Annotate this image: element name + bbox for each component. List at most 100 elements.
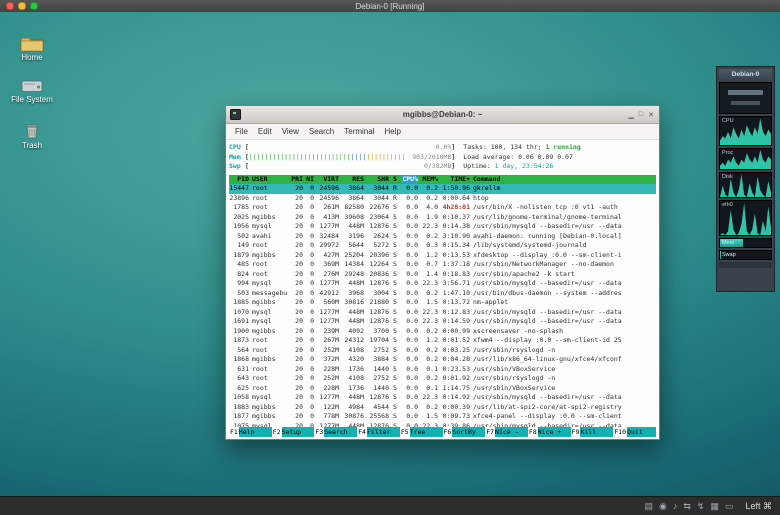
mem-meter-label: Mem xyxy=(229,153,245,163)
process-row[interactable]: 1879mgibbs200427M2520420396S0.01.20:13.5… xyxy=(229,251,656,261)
process-row[interactable]: 23896root2002459638643044R0.00.20:00.64h… xyxy=(229,194,656,204)
fkey-f1[interactable]: F1Help xyxy=(229,427,272,437)
process-row[interactable]: 1877mgibbs200778M3087625568S0.01.50:09.7… xyxy=(229,412,656,422)
process-row[interactable]: 485root200369M1438412264S0.00.71:37.18/u… xyxy=(229,260,656,270)
gkrellm-meter-mem: Mem xyxy=(719,238,772,248)
cpu-meter: CPU[0.0%] xyxy=(229,143,455,153)
process-row[interactable]: 1056mysql2001277M448M12876S0.022.30:14.3… xyxy=(229,222,656,232)
optical-icon[interactable]: ◉ xyxy=(659,497,667,515)
menu-file[interactable]: File xyxy=(230,127,253,136)
swp-meter-value: 0/382MB xyxy=(424,162,451,172)
fkey-f9[interactable]: F9Kill xyxy=(571,427,614,437)
gkrellm-meters: Mem Swap xyxy=(719,238,772,260)
mem-meter-bar: |||||||||||||||||||||||||||||||||||||||| xyxy=(249,153,412,163)
process-row[interactable]: 1691mysql2001277M448M12876S0.022.30:14.5… xyxy=(229,317,656,327)
process-row[interactable]: 994mysql2001277M448M12876S0.022.33:56.71… xyxy=(229,279,656,289)
process-row[interactable]: 1900mgibbs200239M40923700S0.00.20:00.99x… xyxy=(229,327,656,337)
htop-meters: CPU[0.0%] Mem[||||||||||||||||||||||||||… xyxy=(229,143,455,172)
network-icon[interactable]: ⇆ xyxy=(683,497,691,515)
hdd-icon[interactable]: ▤ xyxy=(644,497,653,515)
mem-meter: Mem[||||||||||||||||||||||||||||||||||||… xyxy=(229,153,455,163)
process-row[interactable]: 1885mgibbs200560M3081621880S0.01.50:13.7… xyxy=(229,298,656,308)
desktop: Home File System Trash mgibbs@Debian-0: … xyxy=(0,12,780,497)
minimize-window-button[interactable] xyxy=(18,2,26,10)
htop-header-area: CPU[0.0%] Mem[||||||||||||||||||||||||||… xyxy=(229,143,656,172)
process-row[interactable]: 149root2002997256445272S0.00.30:15.34/li… xyxy=(229,241,656,251)
desktop-icon-trash[interactable]: Trash xyxy=(8,122,56,150)
cpu-meter-label: CPU xyxy=(229,143,245,153)
fkey-f5[interactable]: F5Tree xyxy=(400,427,443,437)
fkey-f4[interactable]: F4Filter xyxy=(357,427,400,437)
htop-header-row[interactable]: PIDUSERPRINIVIRTRESSHRSCPU%MEM%TIME+Comm… xyxy=(229,175,656,185)
menu-help[interactable]: Help xyxy=(379,127,405,136)
process-row[interactable]: 1070mysql2001277M448M12876S0.022.30:12.8… xyxy=(229,308,656,318)
display-icon[interactable]: ▭ xyxy=(725,497,734,515)
desktop-icon-file-system[interactable]: File System xyxy=(8,78,56,104)
htop-fkeys: F1HelpF2SetupF3SearchF4FilterF5TreeF6Sor… xyxy=(229,427,656,437)
desktop-icon-label: Trash xyxy=(8,141,56,150)
load-average-line: Load average: 0.06 0.09 0.07 xyxy=(463,153,656,163)
process-row[interactable]: 824root200276M2924820836S0.01.40:18.83/u… xyxy=(229,270,656,280)
htop-screen: CPU[0.0%] Mem[||||||||||||||||||||||||||… xyxy=(226,140,659,439)
close-window-button[interactable] xyxy=(6,2,14,10)
terminal-titlebar[interactable]: mgibbs@Debian-0: ~ ▁ □ ✕ xyxy=(226,106,659,124)
mem-meter-value: 903/2010MB xyxy=(412,153,451,163)
gkrellm-chart-proc: Proc xyxy=(719,148,772,170)
terminal-menubar: FileEditViewSearchTerminalHelp xyxy=(226,124,659,140)
process-row[interactable]: 502avahi2003248431962624S0.00.23:10.90av… xyxy=(229,232,656,242)
swp-meter: Swp[0/382MB] xyxy=(229,162,455,172)
menu-edit[interactable]: Edit xyxy=(253,127,277,136)
gkrellm-chart-disk: Disk xyxy=(719,172,772,198)
process-row[interactable]: 1873root200267M2431219704S0.01.20:01.52x… xyxy=(229,336,656,346)
cpu-meter-value: 0.0% xyxy=(436,143,452,153)
fkey-f2[interactable]: F2Setup xyxy=(272,427,315,437)
cpu-meter-bar xyxy=(249,143,436,153)
uptime-value: 1 day, 23:54:26 xyxy=(495,162,554,170)
vb-statusbar: ▤ ◉ ♪ ⇆ ↯ ▦ ▭ Left ⌘ xyxy=(0,496,780,515)
fkey-f3[interactable]: F3Search xyxy=(314,427,357,437)
maximize-button[interactable]: □ xyxy=(639,111,643,119)
process-row[interactable]: 643root200252M41082752S0.00.20:01.92/usr… xyxy=(229,374,656,384)
gkrellm-panel: Debian-0 CPUProcDisketh0 MemSwap xyxy=(716,66,775,292)
host-key-indicator: Left ⌘ xyxy=(745,501,780,512)
terminal-window: mgibbs@Debian-0: ~ ▁ □ ✕ FileEditViewSea… xyxy=(225,105,660,440)
menu-view[interactable]: View xyxy=(277,127,304,136)
process-row[interactable]: 625root200228M17361440S0.00.11:14.75/usr… xyxy=(229,384,656,394)
desktop-icon-label: File System xyxy=(8,95,56,104)
gkrellm-chart-cpu: CPU xyxy=(719,116,772,146)
desktop-icon-label: Home xyxy=(8,53,56,62)
menu-search[interactable]: Search xyxy=(304,127,339,136)
gkrellm-meter-swap: Swap xyxy=(719,250,772,260)
shared-folders-icon[interactable]: ▦ xyxy=(710,497,719,515)
statusbar-icons: ▤ ◉ ♪ ⇆ ↯ ▦ ▭ xyxy=(644,497,745,515)
fkey-f6[interactable]: F6SortBy xyxy=(443,427,486,437)
fkey-f8[interactable]: F8Nice + xyxy=(528,427,571,437)
process-row[interactable]: 564root200252M41082752S0.00.20:03.25/usr… xyxy=(229,346,656,356)
tasks-running: 1 running xyxy=(545,143,580,151)
process-row[interactable]: 2025mgibbs200413M3960823064S0.01.90:10.3… xyxy=(229,213,656,223)
process-row[interactable]: 503messagebu2004291239683004S0.00.21:47.… xyxy=(229,289,656,299)
process-row[interactable]: 1785root200261M8258022676S0.04.04h28:01/… xyxy=(229,203,656,213)
menu-terminal[interactable]: Terminal xyxy=(339,127,379,136)
process-row[interactable]: 1868mgibbs200372M43203884S0.00.20:04.28/… xyxy=(229,355,656,365)
zoom-window-button[interactable] xyxy=(30,2,38,10)
htop-table: PIDUSERPRINIVIRTRESSHRSCPU%MEM%TIME+Comm… xyxy=(229,175,656,428)
terminal-icon xyxy=(230,109,241,120)
process-row[interactable]: 631root200228M17361440S0.00.10:23.53/usr… xyxy=(229,365,656,375)
desktop-icon-home[interactable]: Home xyxy=(8,34,56,62)
home-folder-icon xyxy=(8,34,56,52)
swp-meter-label: Swp xyxy=(229,162,245,172)
usb-icon[interactable]: ↯ xyxy=(697,497,705,515)
trash-icon xyxy=(8,122,56,140)
window-controls xyxy=(0,2,38,10)
close-button[interactable]: ✕ xyxy=(648,111,654,119)
fkey-f10[interactable]: F10Quit xyxy=(613,427,656,437)
fkey-f7[interactable]: F7Nice - xyxy=(485,427,528,437)
process-row[interactable]: 15447root2002459638643044R0.00.21:50.96g… xyxy=(229,184,656,194)
audio-icon[interactable]: ♪ xyxy=(673,497,678,515)
minimize-button[interactable]: ▁ xyxy=(629,111,634,119)
process-row[interactable]: 1883mgibbs200122M49844544S0.00.20:00.39/… xyxy=(229,403,656,413)
tasks-line: Tasks: 100, 134 thr; 1 running xyxy=(463,143,656,153)
process-row[interactable]: 1058mysql2001277M448M12876S0.022.30:14.9… xyxy=(229,393,656,403)
gkrellm-clock xyxy=(719,82,772,114)
